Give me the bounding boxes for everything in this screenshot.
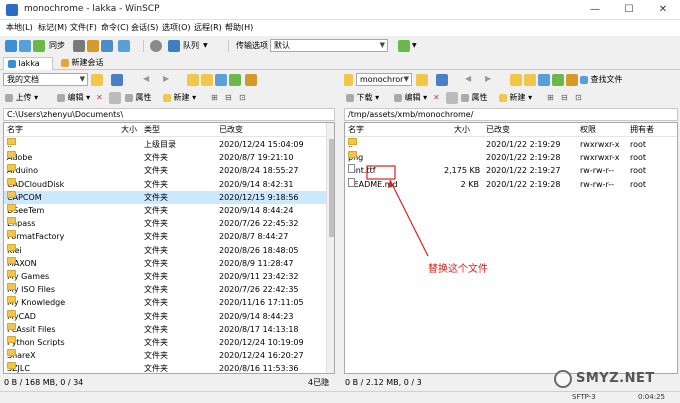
highlight-box [366,165,396,180]
session-timer: 0:04:25 [638,393,665,401]
annotation-label: 替换这个文件 [428,264,488,275]
watermark-logo-icon [554,370,572,388]
watermark: SMYZ.NET [552,368,676,392]
annotation-overlay [366,165,429,257]
bottom-status-bar: SFTP-3 0:04:25 [0,391,680,403]
watermark-text: SMYZ.NET [576,371,655,386]
protocol-label: SFTP-3 [572,393,596,401]
annotation-arrow [389,179,429,257]
